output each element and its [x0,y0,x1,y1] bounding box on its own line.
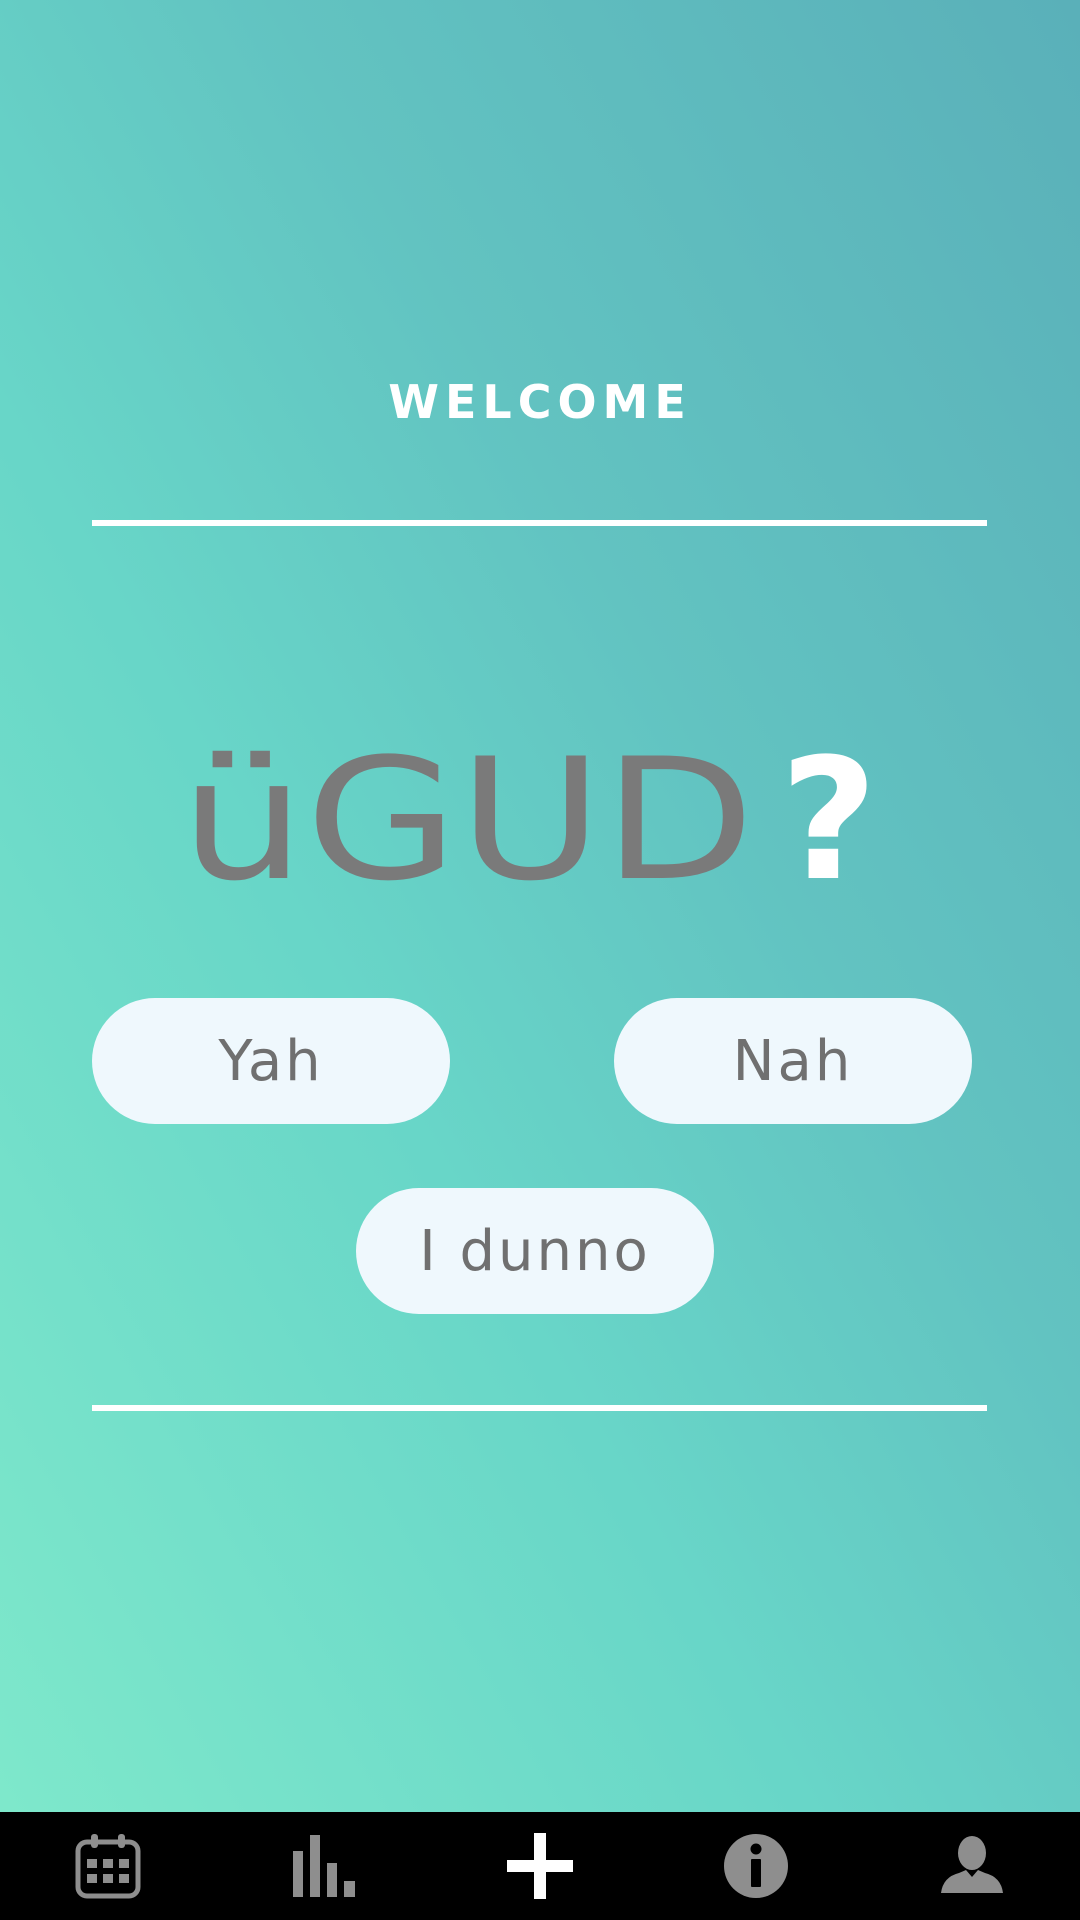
info-icon [724,1834,788,1898]
app-logo: üGUD ? [180,728,900,888]
yah-button[interactable]: Yah [92,998,450,1124]
bottom-navigation [0,1812,1080,1920]
bar-chart-icon [293,1835,355,1897]
calendar-icon [75,1834,141,1899]
bottom-divider [92,1405,987,1411]
nav-stats[interactable] [216,1812,432,1920]
nav-calendar[interactable] [0,1812,216,1920]
i-dunno-button[interactable]: I dunno [356,1188,714,1314]
logo-wordmark: üGUD [180,728,755,888]
plus-icon [507,1833,573,1899]
nav-add[interactable] [432,1812,648,1920]
user-icon [941,1836,1003,1893]
logo-question-mark: ? [780,728,877,888]
page-title: WELCOME [388,375,692,429]
nah-button[interactable]: Nah [614,998,972,1124]
nav-profile[interactable] [864,1812,1080,1920]
nav-info[interactable] [648,1812,864,1920]
top-divider [92,520,987,526]
main-screen: WELCOME üGUD ? Yah Nah I dunno [0,0,1080,1812]
